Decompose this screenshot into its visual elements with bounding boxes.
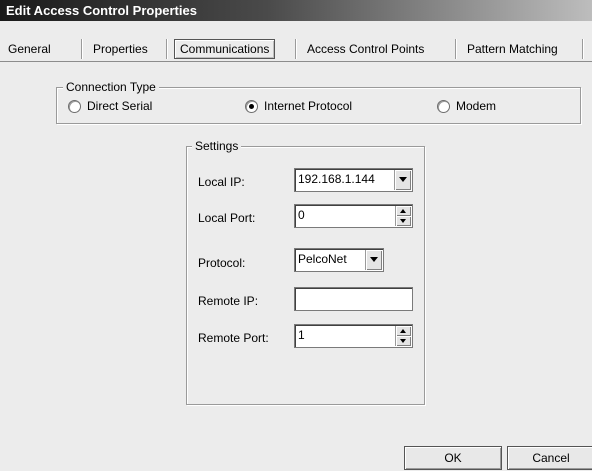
remote-ip-input[interactable]: [294, 287, 413, 311]
radio-label: Modem: [456, 99, 497, 113]
local-port-value: 0: [298, 208, 305, 222]
tab-divider: [0, 61, 592, 62]
radio-button-checked-icon[interactable]: [245, 99, 258, 113]
ok-button[interactable]: OK: [404, 446, 502, 470]
tab-general[interactable]: General: [8, 40, 51, 58]
remote-ip-label: Remote IP:: [198, 294, 259, 308]
spin-down-icon[interactable]: [396, 336, 411, 346]
tab-separator: [295, 39, 296, 59]
tab-separator: [81, 39, 82, 59]
local-ip-value: 192.168.1.144: [298, 172, 375, 186]
protocol-label: Protocol:: [198, 256, 246, 270]
radio-label: Internet Protocol: [264, 99, 353, 113]
radio-direct-serial[interactable]: Direct Serial: [68, 99, 152, 113]
local-port-label: Local Port:: [198, 211, 256, 225]
remote-port-value: 1: [298, 328, 305, 342]
radio-button-icon[interactable]: [68, 99, 81, 113]
settings-legend: Settings: [192, 139, 242, 153]
connection-type-group: Connection Type Direct Serial Internet P…: [56, 80, 581, 124]
tab-separator: [455, 39, 456, 59]
radio-label: Direct Serial: [87, 99, 153, 113]
radio-button-icon[interactable]: [437, 99, 450, 113]
tab-communications[interactable]: Communications: [174, 39, 276, 59]
spin-buttons: [395, 326, 411, 346]
tab-separator: [582, 39, 583, 59]
local-port-stepper[interactable]: 0: [294, 204, 413, 228]
spin-down-icon[interactable]: [396, 216, 411, 226]
title-bar[interactable]: Edit Access Control Properties: [0, 0, 592, 21]
tab-pattern-matching[interactable]: Pattern Matching: [467, 40, 558, 58]
spin-buttons: [395, 206, 411, 226]
chevron-down-icon[interactable]: [365, 250, 382, 270]
tab-access-control-points[interactable]: Access Control Points: [307, 40, 424, 58]
remote-port-stepper[interactable]: 1: [294, 324, 413, 348]
protocol-dropdown[interactable]: PelcoNet: [294, 248, 384, 272]
local-ip-dropdown[interactable]: 192.168.1.144: [294, 168, 413, 192]
spin-up-icon[interactable]: [396, 206, 411, 216]
radio-modem[interactable]: Modem: [437, 99, 496, 113]
spin-up-icon[interactable]: [396, 326, 411, 336]
window-title: Edit Access Control Properties: [6, 3, 197, 18]
remote-port-label: Remote Port:: [198, 331, 269, 345]
tab-strip: General Properties Communications Access…: [0, 35, 592, 61]
dialog-window: Edit Access Control Properties General P…: [0, 0, 592, 471]
tab-separator: [166, 39, 167, 59]
cancel-button[interactable]: Cancel: [507, 446, 592, 470]
local-ip-label: Local IP:: [198, 175, 245, 189]
connection-type-legend: Connection Type: [63, 80, 159, 94]
tab-properties[interactable]: Properties: [93, 40, 148, 58]
radio-internet-protocol[interactable]: Internet Protocol: [245, 99, 352, 113]
chevron-down-icon[interactable]: [394, 170, 411, 190]
protocol-value: PelcoNet: [298, 252, 347, 266]
